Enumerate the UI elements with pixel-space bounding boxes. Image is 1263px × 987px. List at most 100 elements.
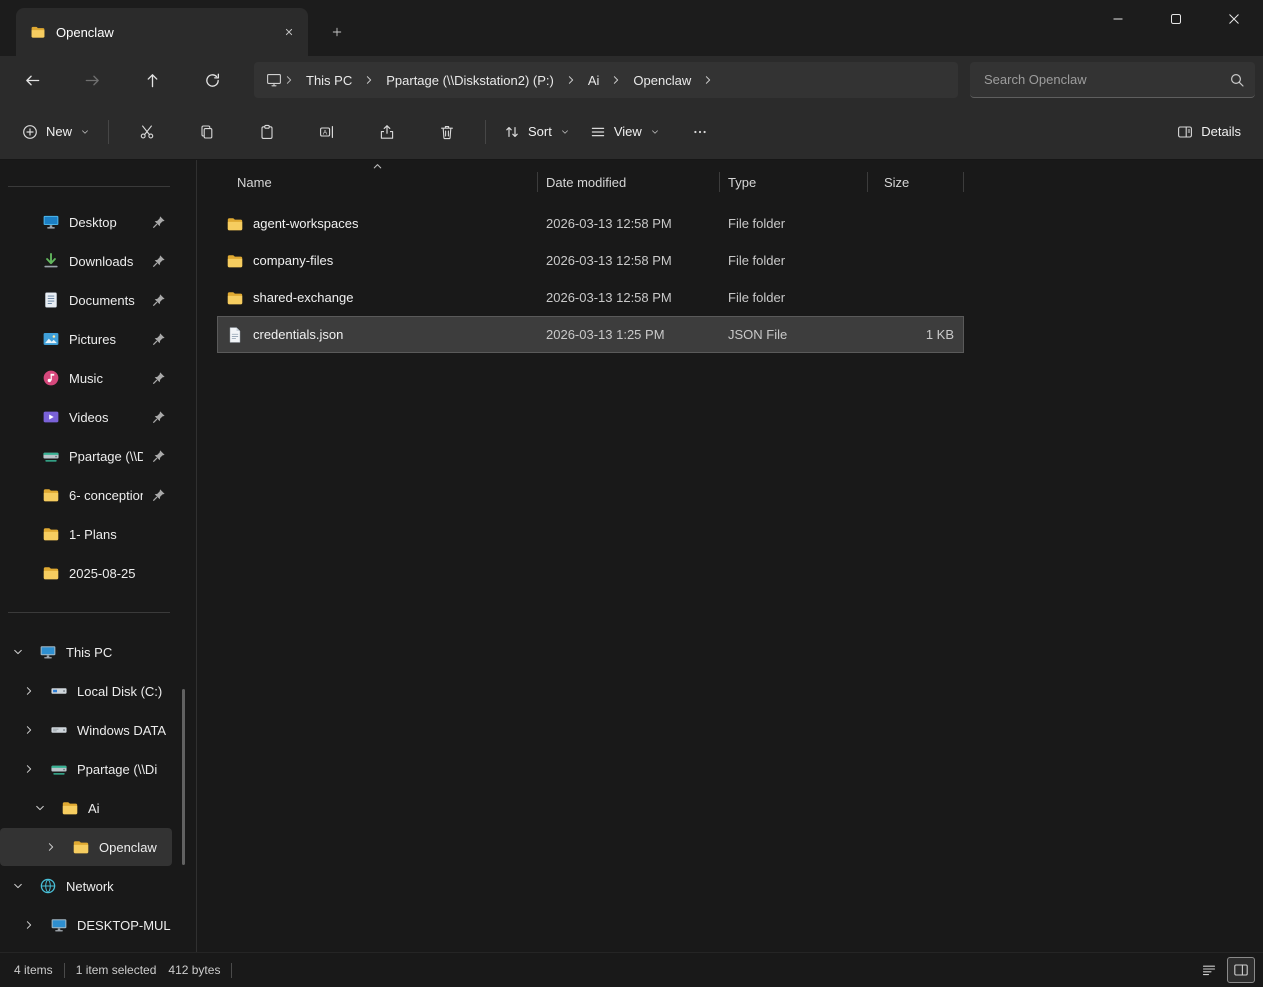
search-input[interactable] — [984, 72, 1229, 87]
downloads-icon — [42, 252, 60, 270]
tab-close-button[interactable] — [276, 19, 302, 45]
chevron-right-icon — [610, 74, 622, 86]
status-bar: 4 items 1 item selected 412 bytes — [0, 952, 1263, 987]
file-type-cell: File folder — [720, 290, 868, 305]
sidebar-item-label: Pictures — [69, 332, 143, 347]
column-header-date-modified[interactable]: Date modified — [538, 172, 720, 192]
column-header-size[interactable]: Size — [868, 172, 964, 192]
column-headers: Name Date modified Type Size — [217, 162, 1263, 202]
window-controls — [1089, 0, 1263, 38]
chevron-right-icon[interactable] — [23, 711, 41, 749]
pin-icon — [152, 293, 166, 307]
chevron-right-icon[interactable] — [45, 828, 63, 866]
chevron-right-icon — [363, 74, 375, 86]
sidebar-item-pictures[interactable]: Pictures — [0, 320, 172, 358]
column-header-type[interactable]: Type — [720, 172, 868, 192]
view-button[interactable]: View — [580, 114, 670, 150]
close-window-button[interactable] — [1205, 0, 1263, 38]
sidebar-item-label: Music — [69, 371, 143, 386]
column-header-name[interactable]: Name — [217, 172, 538, 192]
details-button[interactable]: Details — [1167, 114, 1251, 150]
sidebar-item-this-pc[interactable]: This PC — [0, 633, 172, 671]
sidebar-item-videos[interactable]: Videos — [0, 398, 172, 436]
view-icon — [590, 124, 606, 140]
breadcrumb[interactable]: This PC Ppartage (\\Diskstation2) (P:) Ai O… — [254, 62, 958, 98]
chevron-down-icon[interactable] — [12, 867, 30, 905]
up-icon — [144, 72, 161, 89]
sidebar-item-desktop-mul[interactable]: DESKTOP-MUL — [0, 906, 172, 944]
sidebar-item-music[interactable]: Music — [0, 359, 172, 397]
chevron-down-icon[interactable] — [12, 633, 30, 671]
file-row-agent-workspaces[interactable]: agent-workspaces2026-03-13 12:58 PMFile … — [217, 205, 964, 242]
sidebar: Desktop Downloads Documents Pictures Music Vi… — [0, 160, 196, 952]
minimize-button[interactable] — [1089, 0, 1147, 38]
file-name: agent-workspaces — [253, 216, 359, 231]
new-button[interactable]: New — [12, 114, 100, 150]
rename-button[interactable]: A — [307, 114, 347, 150]
file-date-cell: 2026-03-13 12:58 PM — [538, 216, 720, 231]
chevron-right-icon[interactable] — [23, 750, 41, 788]
new-tab-button[interactable] — [320, 15, 354, 49]
file-row-credentials-json[interactable]: credentials.json2026-03-13 1:25 PMJSON F… — [217, 316, 964, 353]
file-row-shared-exchange[interactable]: shared-exchange2026-03-13 12:58 PMFile f… — [217, 279, 964, 316]
chevron-down-icon[interactable] — [34, 789, 52, 827]
list-view-toggle[interactable] — [1195, 957, 1223, 983]
cut-button[interactable] — [127, 114, 167, 150]
file-name: shared-exchange — [253, 290, 353, 305]
search-box[interactable] — [970, 62, 1255, 98]
sidebar-item-label: 1- Plans — [69, 527, 172, 542]
chevron-right-icon[interactable] — [23, 672, 41, 710]
sidebar-item-windows-data[interactable]: Windows DATA — [0, 711, 172, 749]
toolbar-separator — [108, 120, 109, 144]
sidebar-item-1-plans[interactable]: 1- Plans — [0, 515, 172, 553]
more-button[interactable] — [680, 114, 720, 150]
minimize-icon — [1112, 13, 1124, 25]
sort-button[interactable]: Sort — [494, 114, 580, 150]
breadcrumb-item-this-pc[interactable]: This PC — [296, 66, 362, 94]
forward-button[interactable] — [74, 62, 110, 98]
share-button[interactable] — [367, 114, 407, 150]
sidebar-item-ppartage-di[interactable]: Ppartage (\\Di — [0, 750, 172, 788]
sidebar-item-ppartage-d[interactable]: Ppartage (\\D — [0, 437, 172, 475]
paste-icon — [259, 124, 275, 140]
netdrive-icon — [42, 447, 60, 465]
details-view-toggle[interactable] — [1227, 957, 1255, 983]
delete-button[interactable] — [427, 114, 467, 150]
breadcrumb-item-openclaw[interactable]: Openclaw — [623, 66, 701, 94]
pictures-icon — [42, 330, 60, 348]
selection-size: 412 bytes — [168, 963, 220, 977]
sidebar-item-ai[interactable]: Ai — [0, 789, 172, 827]
file-type-cell: File folder — [720, 253, 868, 268]
sidebar-item-downloads[interactable]: Downloads — [0, 242, 172, 280]
sidebar-tree-section: This PCLocal Disk (C:)Windows DATAPparta… — [0, 633, 196, 944]
breadcrumb-item-ai[interactable]: Ai — [578, 66, 610, 94]
view-toggles — [1195, 957, 1257, 983]
back-button[interactable] — [14, 62, 50, 98]
pin-icon — [152, 371, 166, 385]
file-name-cell: company-files — [217, 252, 538, 270]
file-size-cell: 1 KB — [868, 327, 964, 342]
sidebar-item-6-conception[interactable]: 6- conception — [0, 476, 172, 514]
up-button[interactable] — [134, 62, 170, 98]
sidebar-item-local-disk-c[interactable]: Local Disk (C:) — [0, 672, 172, 710]
refresh-button[interactable] — [194, 62, 230, 98]
sidebar-item-desktop[interactable]: Desktop — [0, 203, 172, 241]
folder-icon — [72, 838, 90, 856]
sidebar-scrollbar[interactable] — [182, 689, 185, 865]
sidebar-item-label: Downloads — [69, 254, 143, 269]
maximize-button[interactable] — [1147, 0, 1205, 38]
sidebar-item-network[interactable]: Network — [0, 867, 172, 905]
tab-openclaw[interactable]: Openclaw — [16, 8, 308, 56]
chevron-right-icon[interactable] — [23, 906, 41, 944]
breadcrumb-item-ppartage-diskstation2-p[interactable]: Ppartage (\\Diskstation2) (P:) — [376, 66, 564, 94]
sidebar-item-2025-08-25[interactable]: 2025-08-25 — [0, 554, 172, 592]
file-row-company-files[interactable]: company-files2026-03-13 12:58 PMFile fol… — [217, 242, 964, 279]
sidebar-item-openclaw[interactable]: Openclaw — [0, 828, 172, 866]
paste-button[interactable] — [247, 114, 287, 150]
file-date-cell: 2026-03-13 1:25 PM — [538, 327, 720, 342]
pin-icon — [152, 449, 166, 463]
sidebar-item-documents[interactable]: Documents — [0, 281, 172, 319]
file-name: credentials.json — [253, 327, 343, 342]
copy-button[interactable] — [187, 114, 227, 150]
new-button-label: New — [46, 124, 72, 139]
